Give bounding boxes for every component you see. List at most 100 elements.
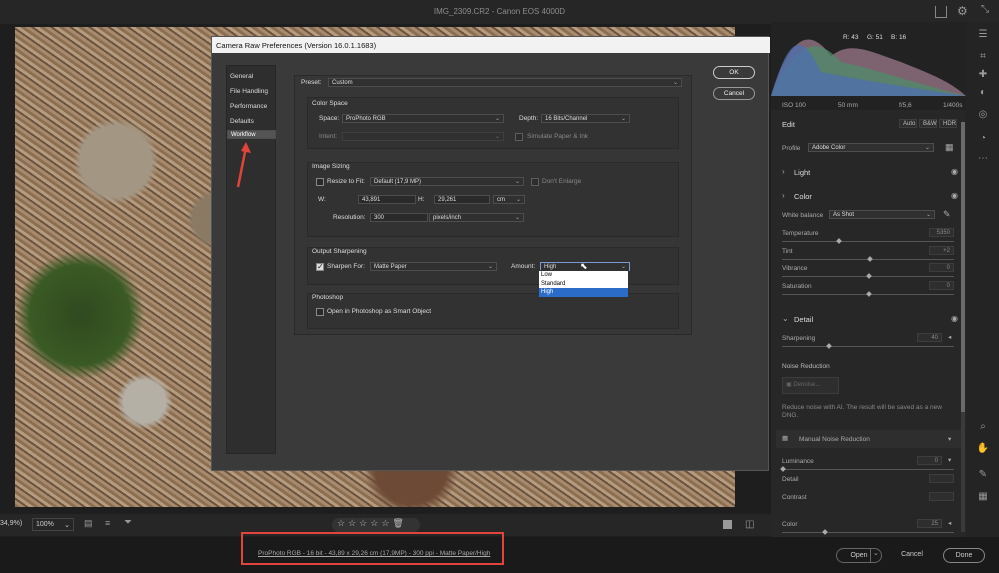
space-select[interactable]: ProPhoto RGB ⌄ <box>342 114 504 123</box>
preset-select[interactable]: Custom ⌄ <box>328 78 682 87</box>
workflow-options-link[interactable]: ProPhoto RGB - 16 bit - 43,89 x 29,26 cm… <box>258 550 490 557</box>
chevron-down-icon[interactable]: ⌄ <box>873 549 879 557</box>
tint-value[interactable]: +2 <box>929 246 954 255</box>
sort-icon[interactable]: ≡ <box>105 518 110 528</box>
star-icon[interactable]: ☆ <box>348 518 359 528</box>
bw-button[interactable]: B&W <box>919 119 937 128</box>
depth-select[interactable]: 16 Bits/Channel ⌄ <box>541 114 630 123</box>
luminance-slider[interactable] <box>782 469 954 470</box>
before-after-icon[interactable]: ◫ <box>745 519 754 530</box>
filter-icon[interactable]: ⏷ <box>124 517 132 528</box>
resize-select[interactable]: Default (17,9 MP) ⌄ <box>370 177 524 186</box>
mask-icon[interactable]: ◐ <box>976 86 990 100</box>
gear-icon[interactable]: ⚙ <box>957 4 968 18</box>
cancel-main-button[interactable]: Cancel <box>892 548 932 563</box>
trash-icon[interactable]: 🗑 <box>392 518 406 528</box>
color-nr-slider[interactable] <box>782 532 954 533</box>
chevron-down-icon[interactable]: ▾ <box>948 435 951 443</box>
expand-triangle-icon[interactable]: ◂ <box>948 519 951 527</box>
nav-defaults[interactable]: Defaults <box>227 115 276 129</box>
unit-select[interactable]: cm ⌄ <box>493 195 525 204</box>
intent-select[interactable]: ⌄ <box>342 132 504 141</box>
nav-workflow[interactable]: Workflow <box>227 130 276 139</box>
resolution-unit-select[interactable]: pixels/inch ⌄ <box>429 213 524 222</box>
temp-slider[interactable] <box>782 241 954 242</box>
star-icon[interactable]: ☆ <box>337 518 348 528</box>
height-input[interactable]: 29,261 <box>434 195 490 204</box>
saturation-value[interactable]: 0 <box>929 281 954 290</box>
single-view-icon[interactable] <box>723 520 732 529</box>
fit-zoom-label[interactable]: 34,9%) <box>0 520 22 527</box>
edit-sliders-icon[interactable]: ☰ <box>976 28 990 42</box>
color-nr-slider-knob[interactable] <box>822 529 828 535</box>
hdr-button[interactable]: HDR <box>939 119 957 128</box>
right-panel-scroll-thumb[interactable] <box>961 122 965 412</box>
redeye-icon[interactable]: ◎ <box>976 108 990 122</box>
detail-title[interactable]: Detail <box>794 315 813 324</box>
tint-slider-knob[interactable] <box>867 256 873 262</box>
resolution-input[interactable]: 300 <box>370 213 428 222</box>
star-icon[interactable]: ☆ <box>381 518 392 528</box>
ok-button[interactable]: OK <box>713 66 755 79</box>
auto-button[interactable]: Auto <box>899 119 917 128</box>
temp-value[interactable]: 5350 <box>929 228 954 237</box>
width-input[interactable]: 43,891 <box>358 195 416 204</box>
eyedropper-icon[interactable]: ✎ <box>943 209 951 220</box>
save-icon[interactable] <box>935 6 947 18</box>
cancel-button[interactable]: Cancel <box>713 87 755 100</box>
luminance-value[interactable]: 0 <box>917 456 942 465</box>
collapse-icon[interactable]: ⤡ <box>981 4 989 15</box>
color-nr-value[interactable]: 25 <box>917 519 942 528</box>
luminance-slider-knob[interactable] <box>780 466 786 472</box>
chevron-right-icon[interactable]: › <box>782 167 785 176</box>
temp-slider-knob[interactable] <box>836 238 842 244</box>
sharpening-value[interactable]: 40 <box>917 333 942 342</box>
eye-icon[interactable]: ◉ <box>951 191 958 200</box>
hand-icon[interactable]: ✋ <box>976 442 990 456</box>
dropdown-option-low[interactable]: Low <box>539 271 628 280</box>
smart-object-checkbox[interactable] <box>316 308 324 316</box>
resize-checkbox[interactable] <box>316 178 324 186</box>
star-rating[interactable]: ☆☆☆☆☆🗑 <box>332 518 420 532</box>
chevron-down-icon[interactable]: ⌄ <box>782 314 789 323</box>
crop-icon[interactable]: ⌗ <box>976 50 990 64</box>
saturation-slider-knob[interactable] <box>866 291 872 297</box>
vibrance-slider-knob[interactable] <box>866 273 872 279</box>
eyedropper-tool-icon[interactable]: ✎ <box>976 468 990 482</box>
sharpening-slider[interactable] <box>782 346 954 347</box>
nr-detail-value[interactable] <box>929 474 954 483</box>
nav-general[interactable]: General <box>227 70 276 84</box>
nav-performance[interactable]: Performance <box>227 100 276 114</box>
eye-icon[interactable]: ◉ <box>951 314 958 323</box>
profile-grid-icon[interactable]: ▦ <box>945 142 954 153</box>
presets-icon[interactable]: ◔ <box>976 132 990 146</box>
simulate-checkbox[interactable] <box>515 133 523 141</box>
star-icon[interactable]: ☆ <box>370 518 381 528</box>
nav-file-handling[interactable]: File Handling <box>227 85 276 99</box>
chevron-down-icon[interactable]: ▾ <box>948 456 951 464</box>
chevron-right-icon[interactable]: › <box>782 191 785 200</box>
expand-triangle-icon[interactable]: ◂ <box>948 333 951 341</box>
nr-contrast-value[interactable] <box>929 492 954 501</box>
dont-enlarge-checkbox[interactable] <box>531 178 539 186</box>
light-title[interactable]: Light <box>794 168 810 177</box>
compare-icon[interactable]: ▤ <box>84 518 93 529</box>
dropdown-option-standard[interactable]: Standard <box>539 280 628 289</box>
profile-select[interactable]: Adobe Color ⌄ <box>808 143 934 152</box>
healing-icon[interactable]: ✚ <box>976 68 990 82</box>
done-button[interactable]: Done <box>943 548 985 563</box>
more-icon[interactable]: ⋯ <box>976 152 990 166</box>
star-icon[interactable]: ☆ <box>359 518 370 528</box>
sharpen-select[interactable]: Matte Paper ⌄ <box>370 262 497 271</box>
grid-toggle-icon[interactable]: ▦ <box>976 490 990 504</box>
zoom-select[interactable]: 100% ⌄ <box>32 518 74 531</box>
sharpening-slider-knob[interactable] <box>826 343 832 349</box>
wb-select[interactable]: As Shot ⌄ <box>829 210 935 219</box>
sharpen-checkbox[interactable] <box>316 262 324 271</box>
eye-icon[interactable]: ◉ <box>951 167 958 176</box>
vibrance-value[interactable]: 0 <box>929 263 954 272</box>
zoom-icon[interactable]: ⌕ <box>976 420 990 434</box>
denoise-button[interactable]: ▣ Denoise... <box>782 377 839 394</box>
color-title[interactable]: Color <box>794 192 812 201</box>
dropdown-option-high[interactable]: High <box>539 288 628 297</box>
